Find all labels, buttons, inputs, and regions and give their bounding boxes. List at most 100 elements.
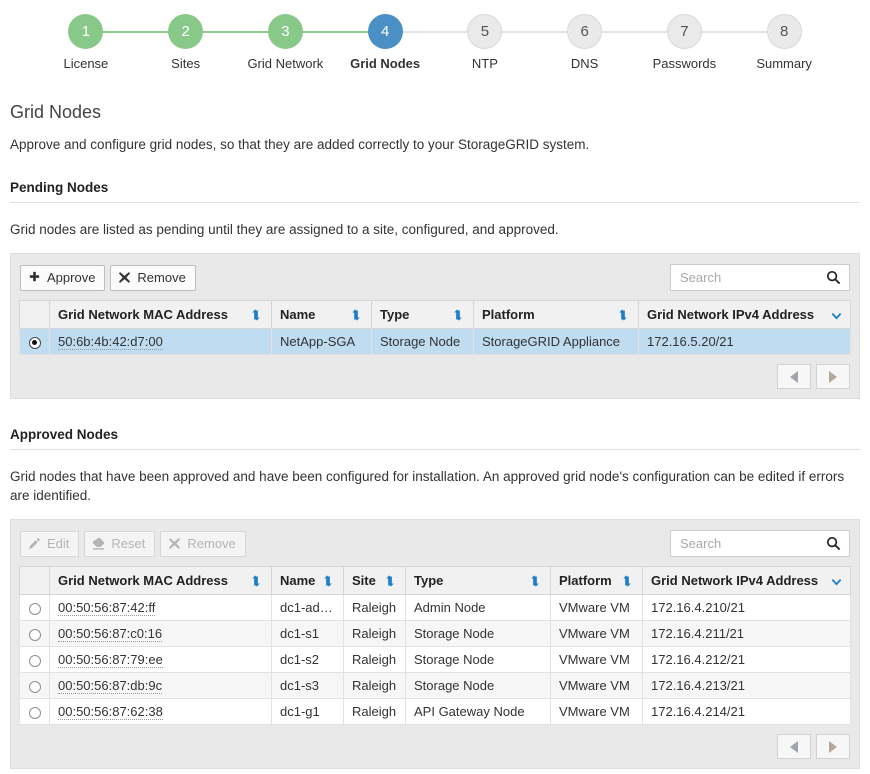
cell-value: 172.16.4.212/21 [651, 652, 745, 667]
pending-toolbar: Approve Remove [19, 262, 851, 300]
approved-search-input[interactable] [671, 531, 819, 556]
wizard-step-passwords[interactable]: 7 Passwords [635, 14, 785, 71]
sort-icon[interactable] [252, 308, 263, 321]
table-row[interactable]: 00:50:56:87:62:38 dc1-g1 Raleigh API Gatewa… [19, 698, 851, 725]
cell-value: dc1-adm1 [280, 600, 338, 615]
column-header-name[interactable]: Name [271, 566, 344, 595]
cell-value: dc1-s1 [280, 626, 320, 641]
approved-prev-page-button[interactable] [777, 734, 811, 759]
cell-value: dc1-g1 [280, 704, 320, 719]
wizard-step-grid-nodes[interactable]: 4 Grid Nodes [335, 14, 485, 71]
row-radio-button[interactable] [28, 602, 41, 615]
column-header-label: Grid Network MAC Address [58, 573, 228, 588]
row-select-cell[interactable] [19, 646, 50, 673]
search-icon[interactable] [826, 270, 841, 285]
approved-search-box[interactable] [670, 530, 850, 557]
sort-icon[interactable] [623, 574, 634, 587]
cell-platform: StorageGRID Appliance [473, 328, 639, 355]
wizard-step-summary[interactable]: 8 Summary [734, 14, 834, 71]
approved-action-buttons: Edit Reset Remove [20, 530, 246, 557]
pending-next-page-button[interactable] [816, 364, 850, 389]
chevron-down-icon[interactable] [831, 575, 842, 587]
column-header-name[interactable]: Name [271, 300, 372, 329]
row-radio-button[interactable] [28, 680, 41, 693]
row-select-cell[interactable] [19, 594, 50, 621]
column-header-platform[interactable]: Platform [473, 300, 639, 329]
cell-ipv4: 172.16.4.214/21 [642, 698, 851, 725]
table-row[interactable]: 00:50:56:87:db:9c dc1-s3 Raleigh Storage No… [19, 672, 851, 699]
sort-icon[interactable] [619, 308, 630, 321]
sort-icon[interactable] [352, 308, 363, 321]
button-label: Reset [111, 535, 146, 551]
pending-search-input[interactable] [671, 265, 819, 290]
column-header-label: Platform [559, 573, 612, 588]
column-header-type[interactable]: Type [405, 566, 551, 595]
row-select-cell[interactable] [19, 672, 50, 699]
cell-value: Storage Node [380, 334, 461, 349]
step-label: DNS [570, 56, 599, 71]
cell-type: Admin Node [405, 594, 551, 621]
search-icon[interactable] [826, 536, 841, 551]
table-row[interactable]: 00:50:56:87:79:ee dc1-s2 Raleigh Storage No… [19, 646, 851, 673]
plus-icon [28, 271, 41, 284]
pending-pager [19, 355, 851, 390]
button-label: Remove [187, 535, 236, 551]
wizard-step-dns[interactable]: 6 DNS [535, 14, 685, 71]
table-row[interactable]: 50:6b:4b:42:d7:00 NetApp-SGA Storage Node S… [19, 328, 851, 355]
sort-icon[interactable] [531, 574, 542, 587]
pending-search-box[interactable] [670, 264, 850, 291]
pending-nodes-heading: Pending Nodes [10, 180, 860, 203]
cell-value: 172.16.4.214/21 [651, 704, 745, 719]
cell-site: Raleigh [343, 620, 406, 647]
pending-approve-button[interactable]: Approve [20, 264, 106, 291]
cell-value: VMware VM [559, 652, 630, 667]
wizard-step-license[interactable]: 1 License [36, 14, 186, 71]
wizard-step-grid-network[interactable]: 3 Grid Network [236, 14, 386, 71]
step-label: Passwords [652, 56, 717, 71]
row-select-cell[interactable] [19, 328, 50, 355]
page-title: Grid Nodes [10, 102, 102, 122]
approved-toolbar: Edit Reset Remove [19, 528, 851, 566]
cell-value: 00:50:56:87:42:ff [58, 600, 156, 616]
cell-value: Raleigh [352, 704, 397, 719]
column-header-label: Type [414, 573, 444, 588]
cell-value: 172.16.5.20/21 [647, 334, 734, 349]
row-radio-button[interactable] [28, 654, 41, 667]
row-radio-button[interactable] [28, 336, 41, 349]
cell-name: dc1-s3 [271, 672, 344, 699]
cell-type: Storage Node [405, 646, 551, 673]
row-radio-button[interactable] [28, 628, 41, 641]
pending-remove-button[interactable]: Remove [110, 264, 196, 291]
pending-prev-page-button[interactable] [777, 364, 811, 389]
column-header-site[interactable]: Site [343, 566, 406, 595]
approved-nodes-heading: Approved Nodes [10, 427, 860, 450]
column-header-grid-network-mac-address[interactable]: Grid Network MAC Address [49, 300, 272, 329]
sort-icon[interactable] [252, 574, 263, 587]
column-header-grid-network-ipv4-address[interactable]: Grid Network IPv4 Address [642, 566, 851, 595]
column-header-label: Name [280, 307, 316, 322]
sort-icon[interactable] [324, 574, 335, 587]
cross-icon [118, 271, 131, 284]
row-select-cell[interactable] [19, 698, 50, 725]
row-radio-button[interactable] [28, 706, 41, 719]
cell-platform: VMware VM [550, 698, 643, 725]
row-select-cell[interactable] [19, 620, 50, 647]
column-header-grid-network-mac-address[interactable]: Grid Network MAC Address [49, 566, 272, 595]
sort-icon[interactable] [454, 308, 465, 321]
sort-icon[interactable] [386, 574, 397, 587]
column-header-grid-network-ipv4-address[interactable]: Grid Network IPv4 Address [638, 300, 851, 329]
column-header-type[interactable]: Type [371, 300, 474, 329]
cell-mac: 00:50:56:87:62:38 [49, 698, 272, 725]
approved-next-page-button[interactable] [816, 734, 850, 759]
cell-value: 172.16.4.210/21 [651, 600, 745, 615]
column-header-platform[interactable]: Platform [550, 566, 643, 595]
table-row[interactable]: 00:50:56:87:c0:16 dc1-s1 Raleigh Storage No… [19, 620, 851, 647]
approved-remove-button: Remove [160, 530, 246, 557]
column-header-label: Type [380, 307, 410, 322]
wizard-step-sites[interactable]: 2 Sites [136, 14, 286, 71]
cell-value: Storage Node [414, 678, 495, 693]
cell-mac: 50:6b:4b:42:d7:00 [49, 328, 272, 355]
chevron-down-icon[interactable] [831, 309, 842, 321]
table-row[interactable]: 00:50:56:87:42:ff dc1-adm1 Raleigh Admin No… [19, 594, 851, 621]
wizard-step-ntp[interactable]: 5 NTP [435, 14, 585, 71]
